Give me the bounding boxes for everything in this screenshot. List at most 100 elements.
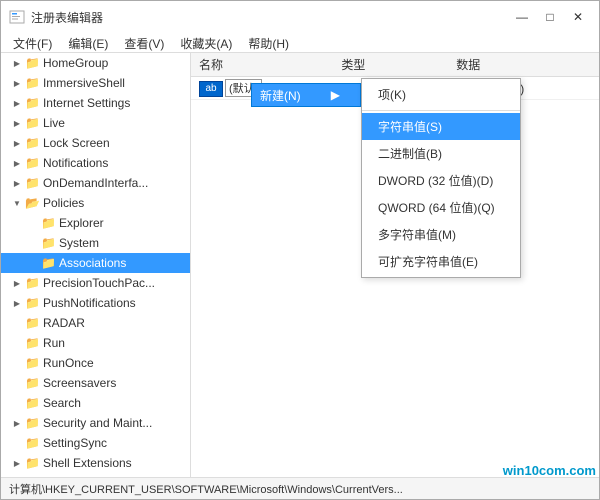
menu-item-v[interactable]: 查看(V) — [116, 33, 172, 50]
expand-icon[interactable]: ▼ — [9, 199, 25, 208]
folder-icon: 📁 — [25, 76, 40, 90]
tree-item-label: PushNotifications — [43, 296, 136, 310]
folder-icon: 📁 — [25, 376, 40, 390]
folder-icon: 📁 — [25, 456, 40, 470]
expand-icon[interactable]: ▶ — [9, 299, 25, 308]
default-badge: (默认) — [225, 79, 262, 97]
tree-item-label: PrecisionTouchPac... — [43, 276, 155, 290]
folder-icon: 📂 — [25, 196, 40, 210]
tree-item-label: Search — [43, 396, 81, 410]
col-name: 名称 — [191, 53, 333, 77]
status-bar: 计算机\HKEY_CURRENT_USER\SOFTWARE\Microsoft… — [1, 477, 599, 499]
tree-item-label: HomeGroup — [43, 56, 108, 70]
tree-item-label: Screensavers — [43, 376, 116, 390]
expand-icon[interactable]: ▶ — [9, 119, 25, 128]
app-icon — [9, 9, 25, 25]
expand-icon[interactable]: ▶ — [9, 419, 25, 428]
folder-icon: 📁 — [41, 256, 56, 270]
expand-icon[interactable]: ▶ — [9, 79, 25, 88]
tree-item[interactable]: 📁Associations — [1, 253, 190, 273]
tree-item-label: Notifications — [43, 156, 108, 170]
tree-item[interactable]: 📁RunOnce — [1, 353, 190, 373]
menu-item-f[interactable]: 文件(F) — [5, 33, 60, 50]
maximize-button[interactable]: □ — [537, 7, 563, 27]
folder-icon: 📁 — [41, 236, 56, 250]
expand-icon[interactable]: ▶ — [9, 99, 25, 108]
tree-item-label: ImmersiveShell — [43, 76, 125, 90]
ab-icon: ab — [199, 81, 223, 97]
folder-icon: 📁 — [25, 356, 40, 370]
expand-icon[interactable]: ▶ — [9, 159, 25, 168]
menu-bar: 文件(F)编辑(E)查看(V)收藏夹(A)帮助(H) — [1, 31, 599, 53]
main-content: ▶📁HomeGroup▶📁ImmersiveShell▶📁Internet Se… — [1, 53, 599, 477]
registry-editor-window: 注册表编辑器 — □ ✕ 文件(F)编辑(E)查看(V)收藏夹(A)帮助(H) … — [0, 0, 600, 500]
cell-data: (数值未设置) — [448, 77, 599, 100]
tree-item-label: RunOnce — [43, 356, 94, 370]
tree-item[interactable]: 📁SettingSync — [1, 433, 190, 453]
title-bar: 注册表编辑器 — □ ✕ — [1, 1, 599, 31]
tree-item[interactable]: ▶📁Shell Extensions — [1, 453, 190, 473]
tree-item[interactable]: 📁Search — [1, 393, 190, 413]
tree-item[interactable]: ▶📁PrecisionTouchPac... — [1, 273, 190, 293]
table-row[interactable]: ab(默认)REG_SZ(数值未设置) — [191, 77, 599, 100]
window-title: 注册表编辑器 — [31, 9, 103, 26]
expand-icon[interactable]: ▶ — [9, 279, 25, 288]
tree-item[interactable]: 📁System — [1, 233, 190, 253]
folder-icon: 📁 — [25, 156, 40, 170]
folder-icon: 📁 — [25, 336, 40, 350]
tree-item[interactable]: ▶📁Internet Settings — [1, 93, 190, 113]
folder-icon: 📁 — [41, 216, 56, 230]
title-controls: — □ ✕ — [509, 7, 591, 27]
expand-icon[interactable]: ▶ — [9, 179, 25, 188]
tree-item[interactable]: 📁Explorer — [1, 213, 190, 233]
menu-item-h[interactable]: 帮助(H) — [240, 33, 297, 50]
right-panel: 名称 类型 数据 ab(默认)REG_SZ(数值未设置) 新建(N) ▶ 项(K… — [191, 53, 599, 477]
tree-item[interactable]: ▶📁PushNotifications — [1, 293, 190, 313]
tree-item-label: Policies — [43, 196, 84, 210]
tree-item-label: Shell Extensions — [43, 456, 132, 470]
folder-icon: 📁 — [25, 436, 40, 450]
tree-item[interactable]: ▶📁OnDemandInterfa... — [1, 173, 190, 193]
folder-icon: 📁 — [25, 176, 40, 190]
tree-item-label: Internet Settings — [43, 96, 130, 110]
tree-item-label: OnDemandInterfa... — [43, 176, 148, 190]
col-data: 数据 — [448, 53, 599, 77]
folder-icon: 📁 — [25, 296, 40, 310]
tree-item[interactable]: 📁Run — [1, 333, 190, 353]
registry-table: 名称 类型 数据 ab(默认)REG_SZ(数值未设置) — [191, 53, 599, 477]
tree-item[interactable]: ▶📁Notifications — [1, 153, 190, 173]
title-bar-left: 注册表编辑器 — [9, 9, 103, 26]
tree-item-label: Run — [43, 336, 65, 350]
cell-name: ab(默认) — [191, 77, 333, 100]
folder-icon: 📁 — [25, 136, 40, 150]
menu-item-a[interactable]: 收藏夹(A) — [172, 33, 240, 50]
close-button[interactable]: ✕ — [565, 7, 591, 27]
tree-item-label: SettingSync — [43, 436, 107, 450]
expand-icon[interactable]: ▶ — [9, 459, 25, 468]
folder-icon: 📁 — [25, 116, 40, 130]
tree-item[interactable]: ▼📂Policies — [1, 193, 190, 213]
tree-item[interactable]: 📁Screensavers — [1, 373, 190, 393]
tree-item-label: Security and Maint... — [43, 416, 152, 430]
expand-icon[interactable]: ▶ — [9, 59, 25, 68]
tree-item[interactable]: ▶📁Security and Maint... — [1, 413, 190, 433]
folder-icon: 📁 — [25, 96, 40, 110]
tree-item-label: Associations — [59, 256, 126, 270]
tree-item-label: Explorer — [59, 216, 104, 230]
tree-item-label: Live — [43, 116, 65, 130]
tree-item[interactable]: ▶📁HomeGroup — [1, 53, 190, 73]
tree-item-label: RADAR — [43, 316, 85, 330]
tree-item[interactable]: ▶📁ImmersiveShell — [1, 73, 190, 93]
folder-icon: 📁 — [25, 276, 40, 290]
tree-panel: ▶📁HomeGroup▶📁ImmersiveShell▶📁Internet Se… — [1, 53, 191, 477]
expand-icon[interactable]: ▶ — [9, 139, 25, 148]
col-type: 类型 — [333, 53, 448, 77]
tree-item[interactable]: ▶📁Live — [1, 113, 190, 133]
folder-icon: 📁 — [25, 56, 40, 70]
tree-item[interactable]: 📁RADAR — [1, 313, 190, 333]
menu-item-e[interactable]: 编辑(E) — [60, 33, 116, 50]
folder-icon: 📁 — [25, 416, 40, 430]
tree-item-label: Lock Screen — [43, 136, 110, 150]
tree-item[interactable]: ▶📁Lock Screen — [1, 133, 190, 153]
minimize-button[interactable]: — — [509, 7, 535, 27]
